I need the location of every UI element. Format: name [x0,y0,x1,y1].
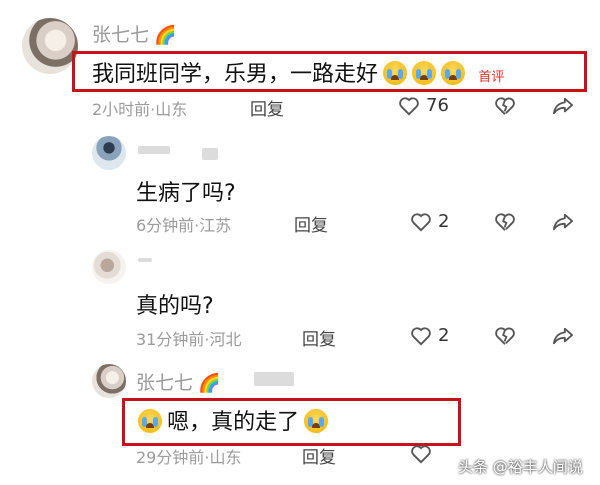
heart-icon[interactable] [410,212,432,232]
commenter-name[interactable]: 张七七 🌈 [136,368,221,395]
reply-button[interactable]: 回复 [302,325,336,350]
reply-button[interactable]: 回复 [294,211,328,236]
reply-button[interactable]: 回复 [250,95,284,120]
crying-emoji [304,409,329,433]
avatar[interactable] [92,250,126,284]
heart-icon[interactable] [410,326,432,346]
blurred-name [202,148,218,160]
reply-time: 29分钟前·山东 [136,448,242,467]
rainbow-emoji: 🌈 [198,373,221,394]
avatar[interactable] [92,136,126,170]
reply-text: 嗯，真的走了 [138,404,329,436]
heart-icon[interactable] [410,444,432,464]
like-count: 2 [438,325,450,346]
share-icon[interactable] [552,96,574,116]
reply-text: 真的吗? [136,294,214,319]
reply-time: 31分钟前·河北 [136,330,242,349]
broken-heart-icon[interactable] [494,212,516,232]
like-count: 76 [426,95,449,116]
avatar[interactable] [92,364,126,398]
blurred-name [138,258,152,262]
name-text: 张七七 [92,24,150,46]
blurred-name [138,146,170,154]
reply-text: 生病了吗? [136,181,236,206]
comment-body: 我同班同学，乐男，一路走好 [92,62,379,87]
like-count: 2 [438,211,450,232]
crying-emoji [138,409,162,433]
reply-button[interactable]: 回复 [302,443,336,468]
commenter-name[interactable]: 张七七 🌈 [92,20,177,47]
heart-icon[interactable] [398,96,420,116]
comment-time: 2小时前·山东 [92,100,188,119]
crying-emoji [412,61,437,85]
first-comment-badge: 首评 [478,70,505,85]
share-icon[interactable] [552,326,574,346]
share-icon[interactable] [552,212,574,232]
reply-time: 6分钟前·江苏 [136,216,232,235]
crying-emoji [383,61,408,85]
reply-body: 嗯，真的走了 [167,410,300,435]
watermark: 头条 @裕丰人间说 [458,458,583,476]
blurred-name [254,372,294,386]
broken-heart-icon[interactable] [494,326,516,346]
broken-heart-icon[interactable] [494,96,516,116]
name-text: 张七七 [136,372,194,394]
comment-text: 我同班同学，乐男，一路走好 首评 [92,56,504,88]
avatar[interactable] [22,18,78,74]
crying-emoji [441,61,466,85]
rainbow-emoji: 🌈 [154,25,177,46]
